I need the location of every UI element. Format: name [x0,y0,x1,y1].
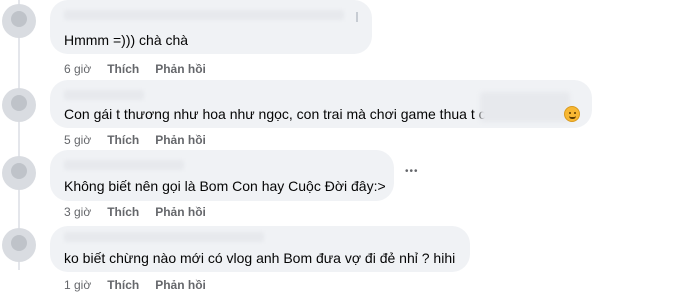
author-name-redacted [64,90,144,100]
avatar[interactable] [2,88,36,122]
comment-bubble: Hmmm =))) chà chà [50,0,372,54]
comment-actions: 1 giờ Thích Phản hồi [64,278,206,292]
comment-actions: 5 giờ Thích Phản hồi [64,133,206,147]
author-name-redacted [64,10,344,20]
like-button[interactable]: Thích [107,278,139,292]
smiling-face-icon [564,106,580,122]
comment-actions: 6 giờ Thích Phản hồi [64,62,206,76]
reply-button[interactable]: Phản hồi [155,205,206,219]
comment-bubble: Con gái t thương như hoa như ngọc, con t… [50,80,592,128]
comment-actions: 3 giờ Thích Phản hồi [64,205,206,219]
comment-time[interactable]: 5 giờ [64,133,91,147]
avatar[interactable] [2,228,36,262]
comment-text: Hmmm =))) chà chà [64,32,189,48]
author-name-redacted [64,160,184,170]
comment-time[interactable]: 1 giờ [64,278,91,292]
comment-time[interactable]: 3 giờ [64,205,91,219]
avatar[interactable] [2,156,36,190]
reply-button[interactable]: Phản hồi [155,62,206,76]
comment-text: Không biết nên gọi là Bom Con hay Cuộc Đ… [64,178,386,194]
avatar[interactable] [2,4,36,38]
redacted-area [480,92,570,122]
like-button[interactable]: Thích [107,133,139,147]
comment-bubble: Không biết nên gọi là Bom Con hay Cuộc Đ… [50,150,394,201]
reply-button[interactable]: Phản hồi [155,133,206,147]
comment-text: Con gái t thương như hoa như ngọc, con t… [64,106,486,122]
reply-button[interactable]: Phản hồi [155,278,206,292]
author-name-redacted [64,232,264,242]
comment-text: ko biết chừng nào mới có vlog anh Bom đư… [64,250,456,266]
more-options-icon[interactable]: ••• [405,166,419,177]
name-end-mark [356,12,358,22]
like-button[interactable]: Thích [107,205,139,219]
comment-time[interactable]: 6 giờ [64,62,91,76]
comment-bubble: ko biết chừng nào mới có vlog anh Bom đư… [50,226,470,272]
like-button[interactable]: Thích [107,62,139,76]
